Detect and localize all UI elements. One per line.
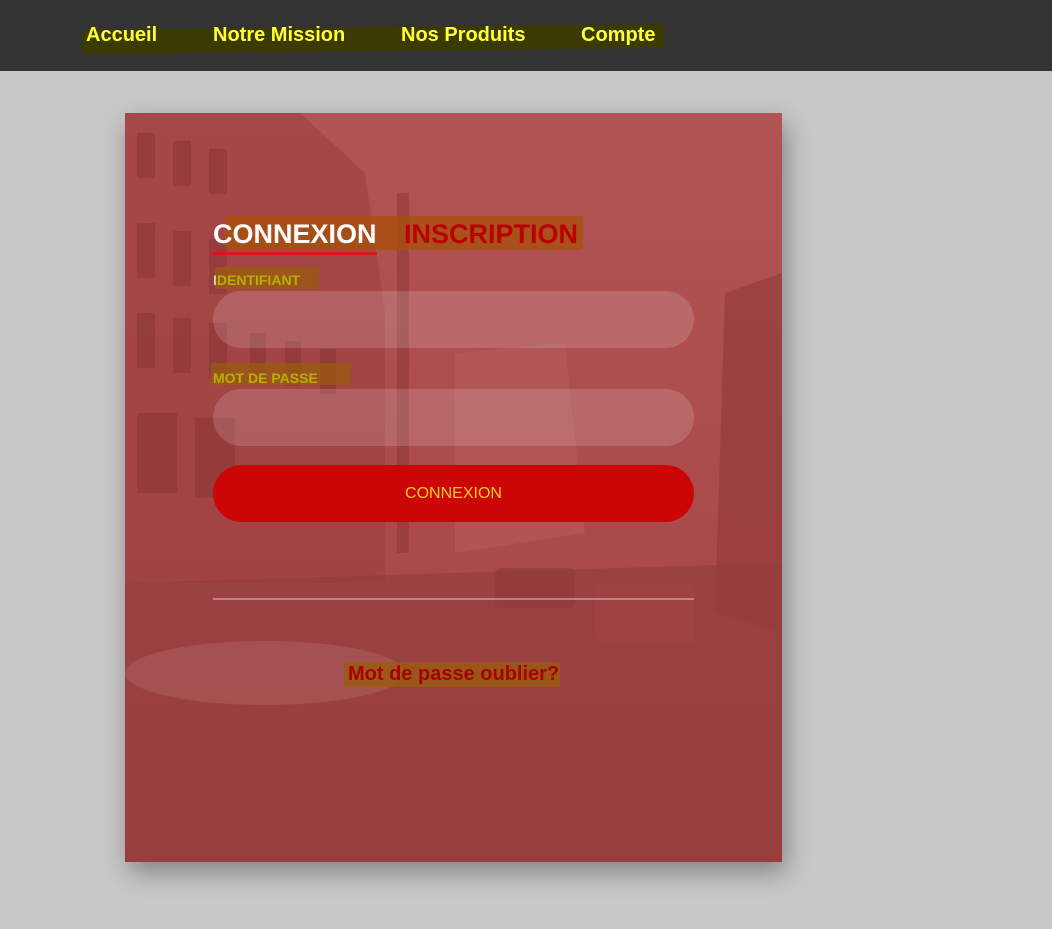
login-card: CONNEXION INSCRIPTION IDENTIFIANT MOT DE… [125,113,782,862]
identifiant-label-rest: DENTIFIANT [216,272,301,288]
nav-item-nos-produits[interactable]: Nos Produits [401,24,525,47]
password-label: MOT DE PASSE [213,370,318,386]
tab-connexion[interactable]: CONNEXION [213,219,377,255]
nav-item-compte[interactable]: Compte [581,24,655,47]
identifiant-label: IDENTIFIANT [213,272,300,288]
tab-inscription[interactable]: INSCRIPTION [404,219,578,252]
forgot-password-link[interactable]: Mot de passe oublier? [348,663,559,686]
top-navigation-bar: Accueil Notre Mission Nos Produits Compt… [0,0,1052,71]
password-input[interactable] [213,389,694,446]
nav-item-accueil[interactable]: Accueil [86,24,157,47]
nav-highlight [82,23,664,55]
divider [213,598,694,600]
connexion-submit-button[interactable]: CONNEXION [213,465,694,522]
identifiant-input[interactable] [213,291,694,348]
nav-item-notre-mission[interactable]: Notre Mission [213,24,345,47]
